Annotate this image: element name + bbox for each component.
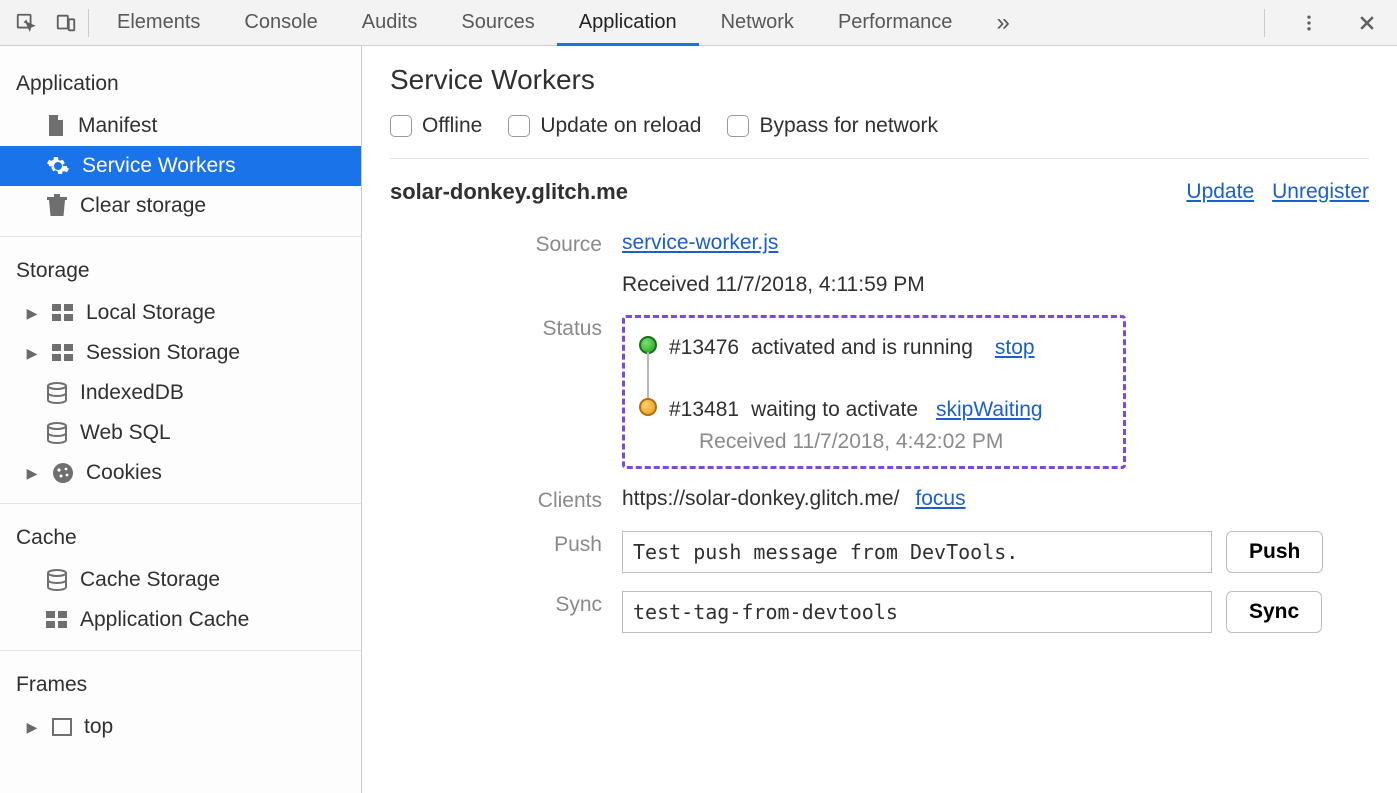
sidebar-group-frames: Frames (0, 661, 361, 707)
push-input[interactable] (622, 531, 1212, 573)
service-workers-panel: Service Workers Offline Update on reload… (362, 46, 1397, 793)
bypass-for-network-checkbox[interactable]: Bypass for network (727, 114, 938, 138)
tab-network[interactable]: Network (699, 0, 816, 45)
source-label: Source (390, 231, 602, 257)
table-icon (52, 304, 74, 322)
sync-input[interactable] (622, 591, 1212, 633)
registration-origin: solar-donkey.glitch.me (390, 179, 628, 205)
update-link[interactable]: Update (1186, 180, 1254, 204)
tab-application[interactable]: Application (557, 0, 699, 45)
checkbox-label: Offline (422, 114, 482, 138)
sidebar-item-label: Session Storage (86, 341, 240, 365)
database-icon (46, 569, 68, 591)
tab-elements[interactable]: Elements (95, 0, 222, 45)
waiting-received-time: 11/7/2018, 4:42:02 PM (792, 430, 1003, 453)
status-highlight-box: #13476 activated and is running stop #13… (622, 315, 1126, 469)
chevron-right-icon: ▶ (24, 719, 40, 736)
frame-icon (52, 718, 72, 736)
sidebar-item-cookies[interactable]: ▶ Cookies (0, 453, 361, 493)
database-icon (46, 382, 68, 404)
sidebar-item-label: Application Cache (80, 608, 249, 632)
sidebar-item-clear-storage[interactable]: Clear storage (0, 186, 361, 226)
update-on-reload-checkbox[interactable]: Update on reload (508, 114, 701, 138)
devtools-topbar: Elements Console Audits Sources Applicat… (0, 0, 1397, 46)
table-icon (46, 611, 68, 629)
sidebar-item-web-sql[interactable]: Web SQL (0, 413, 361, 453)
sidebar-group-storage: Storage (0, 247, 361, 293)
database-icon (46, 422, 68, 444)
chevron-right-icon: ▶ (24, 465, 40, 482)
active-worker-id: #13476 (669, 336, 739, 360)
sidebar-item-label: top (84, 715, 113, 739)
sidebar-item-indexeddb[interactable]: IndexedDB (0, 373, 361, 413)
table-icon (52, 344, 74, 362)
status-dot-waiting-icon (639, 398, 657, 416)
sidebar-item-label: Web SQL (80, 421, 171, 445)
gear-icon (46, 154, 70, 178)
sidebar-item-manifest[interactable]: Manifest (0, 106, 361, 146)
client-url: https://solar-donkey.glitch.me/ (622, 487, 899, 511)
checkbox-label: Update on reload (540, 114, 701, 138)
waiting-worker-id: #13481 (669, 398, 739, 422)
separator (88, 9, 89, 37)
tab-sources[interactable]: Sources (439, 0, 556, 45)
sidebar-item-cache-storage[interactable]: Cache Storage (0, 560, 361, 600)
checkbox-icon (390, 115, 412, 137)
chevron-right-icon: ▶ (24, 305, 40, 322)
offline-checkbox[interactable]: Offline (390, 114, 482, 138)
close-icon[interactable] (1347, 3, 1387, 43)
clients-label: Clients (390, 487, 602, 513)
sidebar-item-application-cache[interactable]: Application Cache (0, 600, 361, 640)
sidebar-item-label: Cookies (86, 461, 162, 485)
skipwaiting-link[interactable]: skipWaiting (936, 398, 1043, 422)
stop-link[interactable]: stop (995, 336, 1035, 360)
sidebar-item-session-storage[interactable]: ▶ Session Storage (0, 333, 361, 373)
source-file-link[interactable]: service-worker.js (622, 231, 778, 254)
checkbox-icon (508, 115, 530, 137)
status-connector (647, 352, 649, 398)
options-row: Offline Update on reload Bypass for netw… (390, 114, 1369, 159)
panel-tabs: Elements Console Audits Sources Applicat… (95, 0, 1264, 45)
sidebar-item-label: Clear storage (80, 194, 206, 218)
checkbox-icon (727, 115, 749, 137)
document-icon (46, 114, 66, 138)
trash-icon (46, 194, 68, 218)
sidebar-item-label: IndexedDB (80, 381, 184, 405)
status-label: Status (390, 315, 602, 341)
sync-button[interactable]: Sync (1226, 591, 1322, 633)
application-sidebar: Application Manifest Service Workers Cle… (0, 46, 362, 793)
active-worker-text: activated and is running (751, 336, 973, 360)
page-title: Service Workers (390, 64, 1369, 96)
sidebar-item-top-frame[interactable]: ▶ top (0, 707, 361, 747)
waiting-worker-text: waiting to activate (751, 398, 918, 422)
inspect-icon[interactable] (6, 3, 46, 43)
tabs-overflow[interactable]: » (974, 0, 1031, 45)
sidebar-item-label: Cache Storage (80, 568, 220, 592)
unregister-link[interactable]: Unregister (1272, 180, 1369, 204)
sidebar-item-service-workers[interactable]: Service Workers (0, 146, 361, 186)
separator (1264, 9, 1265, 37)
tab-performance[interactable]: Performance (816, 0, 975, 45)
sidebar-item-local-storage[interactable]: ▶ Local Storage (0, 293, 361, 333)
received-prefix: Received (699, 430, 792, 453)
checkbox-label: Bypass for network (759, 114, 938, 138)
sidebar-item-label: Manifest (78, 114, 157, 138)
sidebar-item-label: Service Workers (82, 154, 236, 178)
sidebar-group-cache: Cache (0, 514, 361, 560)
push-label: Push (390, 531, 602, 557)
tab-console[interactable]: Console (222, 0, 339, 45)
cookie-icon (52, 462, 74, 484)
sidebar-group-application: Application (0, 60, 361, 106)
push-button[interactable]: Push (1226, 531, 1323, 573)
source-received-time: 11/7/2018, 4:11:59 PM (715, 273, 924, 296)
focus-link[interactable]: focus (915, 487, 965, 511)
tab-audits[interactable]: Audits (340, 0, 440, 45)
kebab-menu-icon[interactable] (1289, 3, 1329, 43)
chevron-right-icon: ▶ (24, 345, 40, 362)
sidebar-item-label: Local Storage (86, 301, 216, 325)
sync-label: Sync (390, 591, 602, 617)
received-prefix: Received (622, 273, 715, 296)
device-toolbar-icon[interactable] (46, 3, 86, 43)
